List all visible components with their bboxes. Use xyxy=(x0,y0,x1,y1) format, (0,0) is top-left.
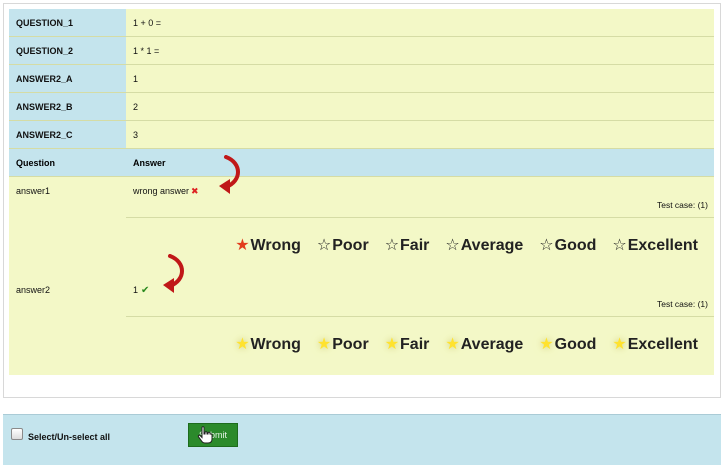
cross-icon: ✖ xyxy=(191,186,199,196)
rating-option-wrong[interactable]: ★ Wrong xyxy=(235,237,301,255)
test-case-link[interactable]: Test case: (1) xyxy=(657,200,708,210)
star-outline-icon: ☆ xyxy=(445,237,460,254)
field-label: QUESTION_2 xyxy=(9,37,126,64)
field-row: ANSWER2_C 3 xyxy=(9,121,714,149)
header-question: Question xyxy=(16,157,56,168)
rating-option-average[interactable]: ★ Average xyxy=(445,336,523,354)
rating-label: Good xyxy=(554,237,597,254)
test-case-link[interactable]: Test case: (1) xyxy=(657,299,708,309)
field-row: ANSWER2_B 2 xyxy=(9,93,714,121)
field-value: 1 * 1 = xyxy=(126,37,714,64)
star-outline-icon: ☆ xyxy=(612,237,627,254)
rating-option-excellent[interactable]: ☆ Excellent xyxy=(612,237,698,255)
star-glow-icon: ★ xyxy=(316,336,332,353)
rating-option-good[interactable]: ★ Good xyxy=(539,336,596,354)
curved-arrow-icon xyxy=(163,254,184,293)
check-icon: ✔ xyxy=(141,285,150,296)
answer-body: wrong answer ✖ Test case: (1) ★ Wrong ☆ Poo… xyxy=(126,155,714,276)
star-outline-icon: ☆ xyxy=(539,237,554,254)
star-glow-icon: ★ xyxy=(539,336,554,353)
rating-option-wrong[interactable]: ★ Wrong xyxy=(235,336,301,354)
star-filled-icon: ★ xyxy=(235,237,250,254)
rating-label: Poor xyxy=(332,237,369,254)
rating-option-excellent[interactable]: ★ Excellent xyxy=(612,336,698,354)
field-row: QUESTION_2 1 * 1 = xyxy=(9,37,714,65)
select-all-checkbox[interactable] xyxy=(11,428,23,440)
field-label: ANSWER2_C xyxy=(9,121,126,148)
answer-row: answer1 wrong answer ✖ Test case: (1) ★ Wr… xyxy=(9,155,714,276)
field-value: 3 xyxy=(126,121,714,148)
answer-response: wrong answer ✖ xyxy=(133,186,199,197)
answer-name: answer2 xyxy=(16,285,51,295)
rating-option-poor[interactable]: ☆ Poor xyxy=(317,237,369,255)
field-label: ANSWER2_B xyxy=(9,93,126,120)
field-row: ANSWER2_A 1 xyxy=(9,65,714,93)
curved-arrow-icon xyxy=(219,155,240,194)
star-glow-icon: ★ xyxy=(384,336,400,353)
answer-response-area: 1 ✔ Test case: (1) xyxy=(126,254,714,317)
answer-response: 1 ✔ xyxy=(133,285,149,296)
rating-label: Wrong xyxy=(250,336,301,353)
rating-label: Fair xyxy=(400,336,430,353)
rating-label: Fair xyxy=(400,237,430,254)
answer-table-header: Question Answer xyxy=(9,149,714,177)
hand-cursor-icon xyxy=(197,426,213,444)
select-all-label[interactable]: Select/Un-select all xyxy=(28,432,110,442)
question-grid: QUESTION_1 1 + 0 = QUESTION_2 1 * 1 = AN… xyxy=(9,9,714,375)
rating-label: Wrong xyxy=(250,237,301,254)
star-outline-icon: ☆ xyxy=(384,237,400,254)
star-glow-icon: ★ xyxy=(612,336,627,353)
rating-label: Poor xyxy=(332,336,369,353)
star-glow-icon: ★ xyxy=(235,336,250,353)
rating-option-fair[interactable]: ☆ Fair xyxy=(385,237,430,255)
star-glow-icon: ★ xyxy=(445,336,460,353)
answer-response-text: 1 xyxy=(133,285,139,295)
rating-group: ★ Wrong ☆ Poor ☆ Fair ☆ Average ☆ Good ☆ Excel… xyxy=(126,218,714,274)
rating-label: Excellent xyxy=(627,336,698,353)
rating-label: Average xyxy=(460,336,524,353)
action-bar: Select/Un-select all Submit xyxy=(3,414,721,465)
answer-name: answer1 xyxy=(16,186,51,196)
field-label: QUESTION_1 xyxy=(9,9,126,36)
rating-label: Excellent xyxy=(627,237,698,254)
field-value: 1 xyxy=(126,65,714,92)
rating-option-fair[interactable]: ★ Fair xyxy=(385,336,430,354)
field-value: 1 + 0 = xyxy=(126,9,714,36)
star-outline-icon: ☆ xyxy=(316,237,332,254)
submit-button[interactable]: Submit xyxy=(188,423,238,447)
answer-response-area: wrong answer ✖ Test case: (1) xyxy=(126,155,714,218)
answer-body: 1 ✔ Test case: (1) ★ Wrong ★ Poor ★ Fair ★ Av… xyxy=(126,254,714,375)
rating-group: ★ Wrong ★ Poor ★ Fair ★ Average ★ Good ★ Excel… xyxy=(126,317,714,373)
rating-option-poor[interactable]: ★ Poor xyxy=(317,336,369,354)
field-label: ANSWER2_A xyxy=(9,65,126,92)
field-value: 2 xyxy=(126,93,714,120)
answer-row: answer2 1 ✔ Test case: (1) ★ Wrong ★ Poor ★… xyxy=(9,254,714,375)
rating-label: Average xyxy=(460,237,524,254)
rating-option-good[interactable]: ☆ Good xyxy=(539,237,596,255)
header-answer: Answer xyxy=(133,157,166,168)
field-row: QUESTION_1 1 + 0 = xyxy=(9,9,714,37)
answer-response-text: wrong answer xyxy=(133,186,190,196)
rating-option-average[interactable]: ☆ Average xyxy=(445,237,523,255)
rating-label: Good xyxy=(554,336,597,353)
